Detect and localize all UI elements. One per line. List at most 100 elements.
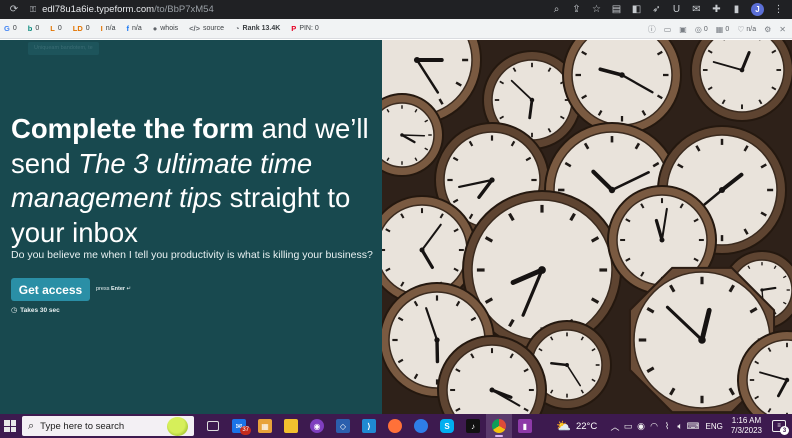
github-icon: ◉ [310,419,324,433]
seo-index-status[interactable]: In/a [101,24,116,33]
search-highlight-icon [167,417,188,436]
windows-taskbar: ⌕ Type here to search ✉ 37 ▦ ◉ ◇ ⟩ S ♪ ▮ … [0,414,792,438]
tiktok-icon: ♪ [466,419,480,433]
extension-dark-icon[interactable]: ◧ [631,4,642,15]
facebook-icon: f [126,24,129,33]
browser-address-bar: ⟳ ⚿ edl78u1a6ie.typeform.com/to/BbP7xM54… [0,0,792,19]
seo-value: 0 [12,25,17,32]
network-icon[interactable]: ◠ [648,421,661,432]
code-icon: </> [189,24,200,33]
start-button[interactable] [4,420,16,432]
taskbar-tiktok[interactable]: ♪ [460,414,486,438]
welcome-question: Do you believe me when I tell you produc… [11,249,373,261]
url-field[interactable]: edl78u1a6ie.typeform.com/to/BbP7xM54 [42,4,214,15]
seo-value: 0 [57,25,62,32]
tray-app-icon[interactable]: ◉ [635,421,648,432]
folder-icon [284,419,298,433]
index-icon: I [100,24,103,33]
url-host: edl78u1a6ie.typeform.com [42,4,155,15]
seo-settings-button[interactable]: ⚙ [764,25,771,34]
tray-chevron-icon[interactable]: ︿ [609,420,622,433]
task-view-button[interactable] [200,414,226,438]
seo-rank[interactable]: ◔ Rank 13.4K [235,24,280,33]
extension-rocket-icon[interactable]: ➶ [651,4,662,15]
hint-prefix: press [96,286,111,292]
taskbar-vscode[interactable]: ⟩ [356,414,382,438]
taskbar-store[interactable]: ▦ [252,414,278,438]
seo-page-button[interactable]: ▭ [664,25,672,34]
seo-delicious-count[interactable]: ▦ 0 [716,25,729,34]
vscode-icon: ⟩ [362,419,376,433]
taskbar-virtualbox[interactable]: ◇ [330,414,356,438]
get-access-button[interactable]: Get access [11,278,90,301]
headline-part1: Complete the form [11,113,254,144]
chrome-icon [492,419,506,433]
url-path: /to/BbP7xM54 [154,4,214,15]
taskbar-firefox[interactable] [382,414,408,438]
taskbar-search-box[interactable]: ⌕ Type here to search [22,416,194,436]
extension-u-icon[interactable]: U [671,4,682,15]
seo-close-button[interactable]: ✕ [779,25,786,34]
seo-source[interactable]: </> source [189,24,224,33]
seo-stumble-count[interactable]: ◎ 0 [695,25,708,34]
info-icon: ⓘ [647,24,656,34]
google-icon: G [4,24,10,33]
seo-whois[interactable]: ● whois [153,24,178,33]
input-language[interactable]: ENG [706,422,723,431]
seo-info-button[interactable]: ⓘ [648,24,656,35]
taskbar-chrome[interactable] [486,414,512,438]
hint-key: Enter [110,286,126,292]
share-icon[interactable]: ⇪ [571,4,582,15]
browser-toolbar-right: ⌕ ⇪ ☆ ▤ ◧ ➶ U ✉ ✚ ▮ J ⋮ [551,0,784,19]
cube-icon: ◇ [336,419,350,433]
extension-notes-icon[interactable]: ▤ [611,4,622,15]
volume-icon[interactable]: 🔈︎ [674,421,687,432]
reload-icon[interactable]: ⟳ [8,4,20,16]
seo-facebook-likes[interactable]: f n/a [126,24,141,33]
seo-linking-domains[interactable]: LD 0 [73,24,90,33]
profile-avatar[interactable]: J [751,3,764,16]
zoom-search-icon[interactable]: ⌕ [551,4,562,15]
taskbar-firefox-dev[interactable] [408,414,434,438]
extension-coupon-icon[interactable]: ✉ [691,4,702,15]
seo-bing-index[interactable]: b0 [28,24,40,33]
seo-links[interactable]: L0 [50,24,62,33]
firefox-dev-icon [414,419,428,433]
seo-alexa[interactable]: ♡ n/a [737,25,756,34]
notification-center-button[interactable]: ≡ 3 [772,420,789,435]
extensions-puzzle-icon[interactable]: ✚ [711,4,722,15]
welcome-panel: Uniqueam bandotem, te Complete the form … [0,40,382,414]
seo-toolbar-right: ⓘ ▭ ▣ ◎ 0 ▦ 0 ♡ n/a ⚙ ✕ [648,19,786,39]
bookmark-star-icon[interactable]: ☆ [591,4,602,15]
browser-menu-icon[interactable]: ⋮ [773,4,784,15]
welcome-headline: Complete the form and we’ll send The 3 u… [11,112,371,250]
seo-pinterest[interactable]: P PIN: 0 [291,24,318,33]
seo-value: 0 [703,25,708,33]
taskbar-skype[interactable]: S [434,414,460,438]
taskbar-mail[interactable]: ✉ 37 [226,414,252,438]
taskbar-pinned-app[interactable]: ▮ [512,414,538,438]
keyboard-icon[interactable]: ⌨ [687,421,700,432]
side-panel-icon[interactable]: ▮ [731,4,742,15]
clock-icon: ◷ [11,307,18,314]
site-info-icon[interactable]: ⚿ [30,5,36,15]
battery-icon[interactable]: ▭ [622,421,635,432]
taskbar-clock[interactable]: 1:16 AM 7/3/2023 [731,416,762,436]
taskbar-github-desktop[interactable]: ◉ [304,414,330,438]
clock-time: 1:16 AM [731,416,762,425]
linking-domains-icon: LD [72,24,83,33]
mail-badge: 37 [240,426,251,435]
seo-value: n/a [131,25,142,32]
hero-image-clocks [382,40,792,414]
search-icon: ⌕ [28,419,35,432]
seo-value: 0 [725,25,730,33]
notification-count: 3 [780,426,789,435]
taskbar-file-explorer[interactable] [278,414,304,438]
gear-icon: ⚙ [764,24,772,34]
seo-image-button[interactable]: ▣ [679,25,687,34]
wifi-icon[interactable]: ⌇ [661,421,674,432]
weather-widget[interactable]: ⛅ 22°C [556,419,597,433]
bing-icon: b [27,24,33,33]
seo-value: source [203,25,225,32]
seo-google-index[interactable]: G0 [4,24,17,33]
